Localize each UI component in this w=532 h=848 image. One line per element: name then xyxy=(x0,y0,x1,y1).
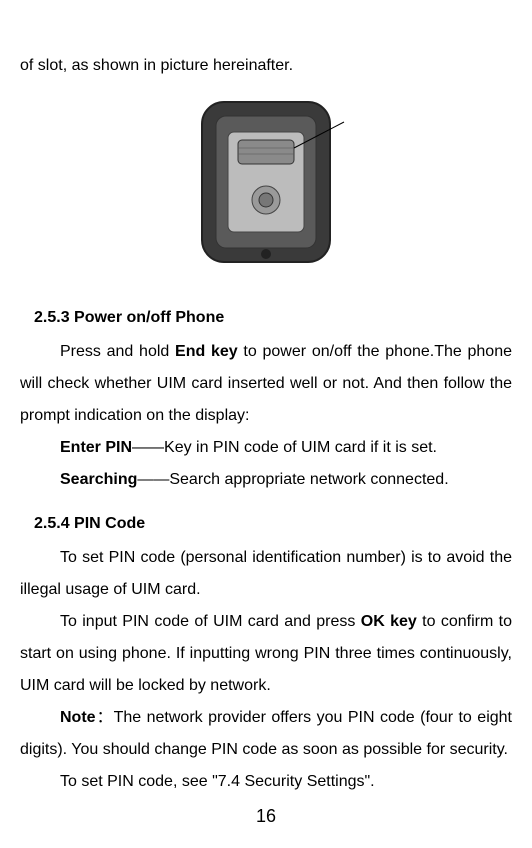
section-254-heading: 2.5.4 PIN Code xyxy=(20,508,512,540)
enter-pin-line: Enter PIN——Key in PIN code of UIM card i… xyxy=(20,432,512,464)
searching-text: ——Search appropriate network connected. xyxy=(137,471,448,488)
phone-illustration xyxy=(20,92,512,272)
section-253-para1: Press and hold End key to power on/off t… xyxy=(20,336,512,432)
ok-key-bold: OK key xyxy=(361,613,417,630)
section-254-para2: To input PIN code of UIM card and press … xyxy=(20,606,512,702)
section-254-para1: To set PIN code (personal identification… xyxy=(20,542,512,606)
section-254-para4: To set PIN code, see "7.4 Security Setti… xyxy=(20,766,512,798)
section-254-note: Note：The network provider offers you PIN… xyxy=(20,702,512,766)
page-number: 16 xyxy=(0,798,532,834)
enter-pin-text: ——Key in PIN code of UIM card if it is s… xyxy=(132,439,437,456)
searching-label: Searching xyxy=(60,471,137,488)
end-key-bold: End key xyxy=(175,343,238,360)
para2-prefix: To input PIN code of UIM card and press xyxy=(60,613,361,630)
note-label: Note xyxy=(60,709,96,726)
para1-prefix: Press and hold xyxy=(60,343,175,360)
phone-svg-icon xyxy=(146,92,386,272)
enter-pin-label: Enter PIN xyxy=(60,439,132,456)
section-253-heading: 2.5.3 Power on/off Phone xyxy=(20,302,512,334)
intro-text: of slot, as shown in picture hereinafter… xyxy=(20,50,512,82)
searching-line: Searching——Search appropriate network co… xyxy=(20,464,512,496)
